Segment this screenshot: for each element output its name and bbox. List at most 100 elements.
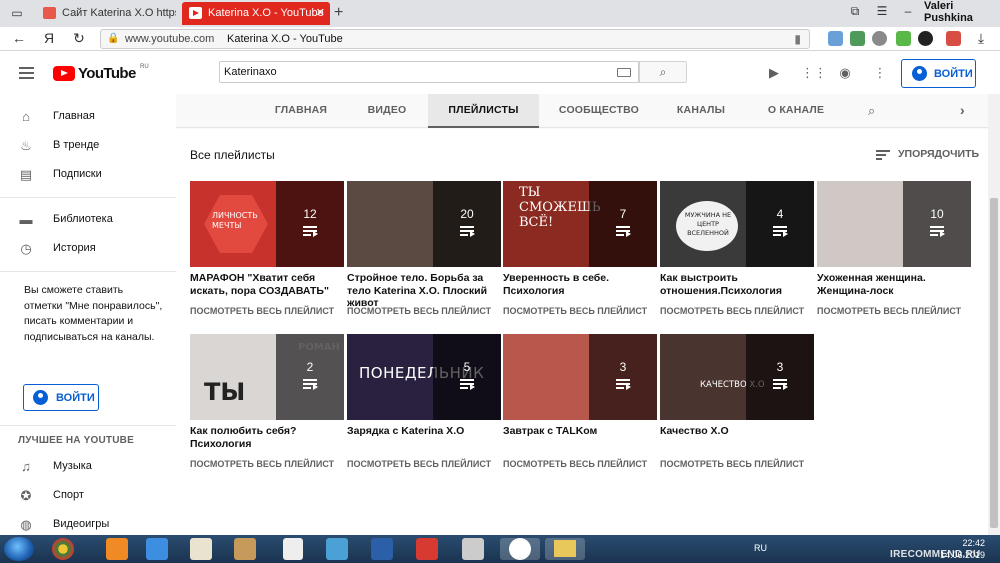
font-app-icon[interactable] [283,538,303,560]
sidebar-item-sport[interactable]: ✪ Спорт [0,481,176,510]
playlist-title[interactable]: Качество X.O [660,425,816,438]
playlist-count-overlay: 2 [276,334,344,420]
messages-icon[interactable]: ◉ [836,65,854,81]
vlc-icon[interactable] [106,538,128,560]
playlist-thumbnail[interactable]: ТЫРОМАН2 [190,334,344,420]
dropbox-icon[interactable] [146,538,168,560]
yandex-home-icon[interactable]: Я [40,30,58,46]
playlist-title[interactable]: Стройное тело. Борьба за тело Katerina X… [347,272,503,310]
playlist-icon [773,226,788,238]
sidebar-item-history[interactable]: ◷ История [0,234,176,263]
thumbnail-caption: ТЫ СМОЖЕШЬ ВСЁ! [519,185,601,230]
view-full-playlist-link[interactable]: ПОСМОТРЕТЬ ВЕСЬ ПЛЕЙЛИСТ [347,306,491,316]
playlist-thumbnail[interactable]: ЛИЧНОСТЬ МЕЧТЫ 12 [190,181,344,267]
view-full-playlist-link[interactable]: ПОСМОТРЕТЬ ВЕСЬ ПЛЕЙЛИСТ [347,459,491,469]
playlist-title[interactable]: Завтрак с TALKом [503,425,659,438]
tab-home[interactable]: ГЛАВНАЯ [258,94,344,128]
tab-about[interactable]: О КАНАЛЕ [756,94,836,128]
view-full-playlist-link[interactable]: ПОСМОТРЕТЬ ВЕСЬ ПЛЕЙЛИСТ [503,459,647,469]
keyboard-icon[interactable] [617,68,631,77]
word-icon[interactable] [371,538,393,560]
address-field[interactable]: 🔒 www.youtube.com Katerina X.O - YouTube… [100,29,810,49]
new-tab-icon[interactable]: + [334,4,343,22]
page-scrollbar[interactable] [988,94,1000,535]
close-tab-icon[interactable]: ✕ [316,2,325,25]
search-input[interactable] [224,64,604,80]
menu-icon[interactable]: ☰ [872,4,892,18]
browser-tab-youtube[interactable]: Katerina X.O - YouTube ✕ [182,2,330,25]
notepad-icon[interactable] [326,538,348,560]
playlist-thumbnail[interactable]: 20 [347,181,501,267]
view-full-playlist-link[interactable]: ПОСМОТРЕТЬ ВЕСЬ ПЛЕЙЛИСТ [190,459,334,469]
extension-icon[interactable] [850,31,865,46]
playlist-thumbnail[interactable]: МУЖЧИНА НЕ ЦЕНТР ВСЕЛЕННОЙ 4 [660,181,814,267]
yandex-browser-taskbar[interactable] [500,538,540,560]
playlist-icon [303,379,318,391]
channel-search-icon[interactable]: ⌕ [868,103,884,119]
calendar-icon[interactable] [190,538,212,560]
playlist-title[interactable]: Ухоженная женщина. Женщина-лоск [817,272,973,297]
chrome-icon[interactable] [52,538,74,560]
folder-taskbar[interactable] [545,538,585,560]
extension-icon[interactable] [946,31,961,46]
lock-icon: 🔒 [107,33,120,44]
app-icon[interactable] [462,538,484,560]
minimize-icon[interactable]: – [898,4,918,18]
video-count: 5 [463,360,471,374]
playlist-thumbnail[interactable]: ПОНЕДЕЛЬНИК 5 [347,334,501,420]
extension-icon[interactable] [872,31,887,46]
view-full-playlist-link[interactable]: ПОСМОТРЕТЬ ВЕСЬ ПЛЕЙЛИСТ [660,306,804,316]
settings-more-icon[interactable]: ⋮ [871,65,889,81]
playlist-thumbnail[interactable]: 10 [817,181,971,267]
guide-menu-icon[interactable] [19,67,34,79]
video-count: 2 [306,360,314,374]
playlist-title[interactable]: Уверенность в себе. Психология [503,272,659,297]
view-full-playlist-link[interactable]: ПОСМОТРЕТЬ ВЕСЬ ПЛЕЙЛИСТ [660,459,804,469]
sidebar-item-music[interactable]: ♫ Музыка [0,452,176,481]
search-icon: ⌕ [659,65,667,79]
watermark-text: IRECOMMEND.RU [890,549,981,560]
tab-channels[interactable]: КАНАЛЫ [666,94,736,128]
bookmark-icon[interactable]: ▮ [794,32,801,46]
create-video-icon[interactable]: ▶ [765,65,783,81]
tab-community[interactable]: СООБЩЕСТВО [551,94,647,128]
app-icon[interactable] [416,538,438,560]
playlist-thumbnail[interactable]: ТЫ СМОЖЕШЬ ВСЁ! 7 [503,181,657,267]
bookmark-manager-icon[interactable]: ⧉ [845,4,865,19]
back-arrow-icon[interactable]: ← [10,30,28,46]
language-indicator[interactable]: RU [754,543,767,553]
playlist-count-overlay: 5 [433,334,501,420]
view-full-playlist-link[interactable]: ПОСМОТРЕТЬ ВЕСЬ ПЛЕЙЛИСТ [503,306,647,316]
tab-videos[interactable]: ВИДЕО [344,94,430,128]
sidebar-item-gaming[interactable]: ◍ Видеоигры [0,510,176,535]
playlist-title[interactable]: Как полюбить себя? Психология [190,425,346,450]
downloads-icon[interactable]: ⤓ [972,30,990,47]
extension-icon[interactable] [918,31,933,46]
view-full-playlist-link[interactable]: ПОСМОТРЕТЬ ВЕСЬ ПЛЕЙЛИСТ [190,306,334,316]
sidebar-item-subscriptions[interactable]: ▤ Подписки [0,160,176,189]
download-extension-icon[interactable] [896,31,911,46]
playlist-title[interactable]: Зарядка с Katerina X.O [347,425,503,438]
tab-playlists[interactable]: ПЛЕЙЛИСТЫ [428,94,539,128]
playlist-title[interactable]: МАРАФОН "Хватит себя искать, пора СОЗДАВ… [190,272,346,297]
view-full-playlist-link[interactable]: ПОСМОТРЕТЬ ВЕСЬ ПЛЕЙЛИСТ [817,306,961,316]
browser-tab-site[interactable]: Сайт Katerina X.O https://w [36,2,176,25]
start-button-icon[interactable] [4,537,34,561]
reload-icon[interactable]: ↻ [70,30,88,47]
sidebar-item-home[interactable]: ⌂ Главная [0,102,176,131]
paint-icon[interactable] [234,538,256,560]
extension-icon[interactable] [828,31,843,46]
sidebar-item-trending[interactable]: ♨ В тренде [0,131,176,160]
scrollbar-thumb[interactable] [990,198,998,528]
playlist-thumbnail[interactable]: КАЧЕСТВО Х.О 3 [660,334,814,420]
sidebar-signin-button[interactable]: ВОЙТИ [23,384,99,411]
header-signin-button[interactable]: ВОЙТИ [901,59,976,88]
tab-list-icon[interactable]: ▭ [8,5,26,21]
search-button[interactable]: ⌕ [639,61,687,83]
signin-label: ВОЙТИ [56,392,95,404]
chevron-right-icon[interactable]: › [960,102,965,118]
apps-grid-icon[interactable]: ⋮⋮ [801,65,827,81]
sidebar-item-library[interactable]: ▬ Библиотека [0,205,176,234]
playlist-thumbnail[interactable]: 3 [503,334,657,420]
playlist-title[interactable]: Как выстроить отношения.Психология [660,272,816,297]
